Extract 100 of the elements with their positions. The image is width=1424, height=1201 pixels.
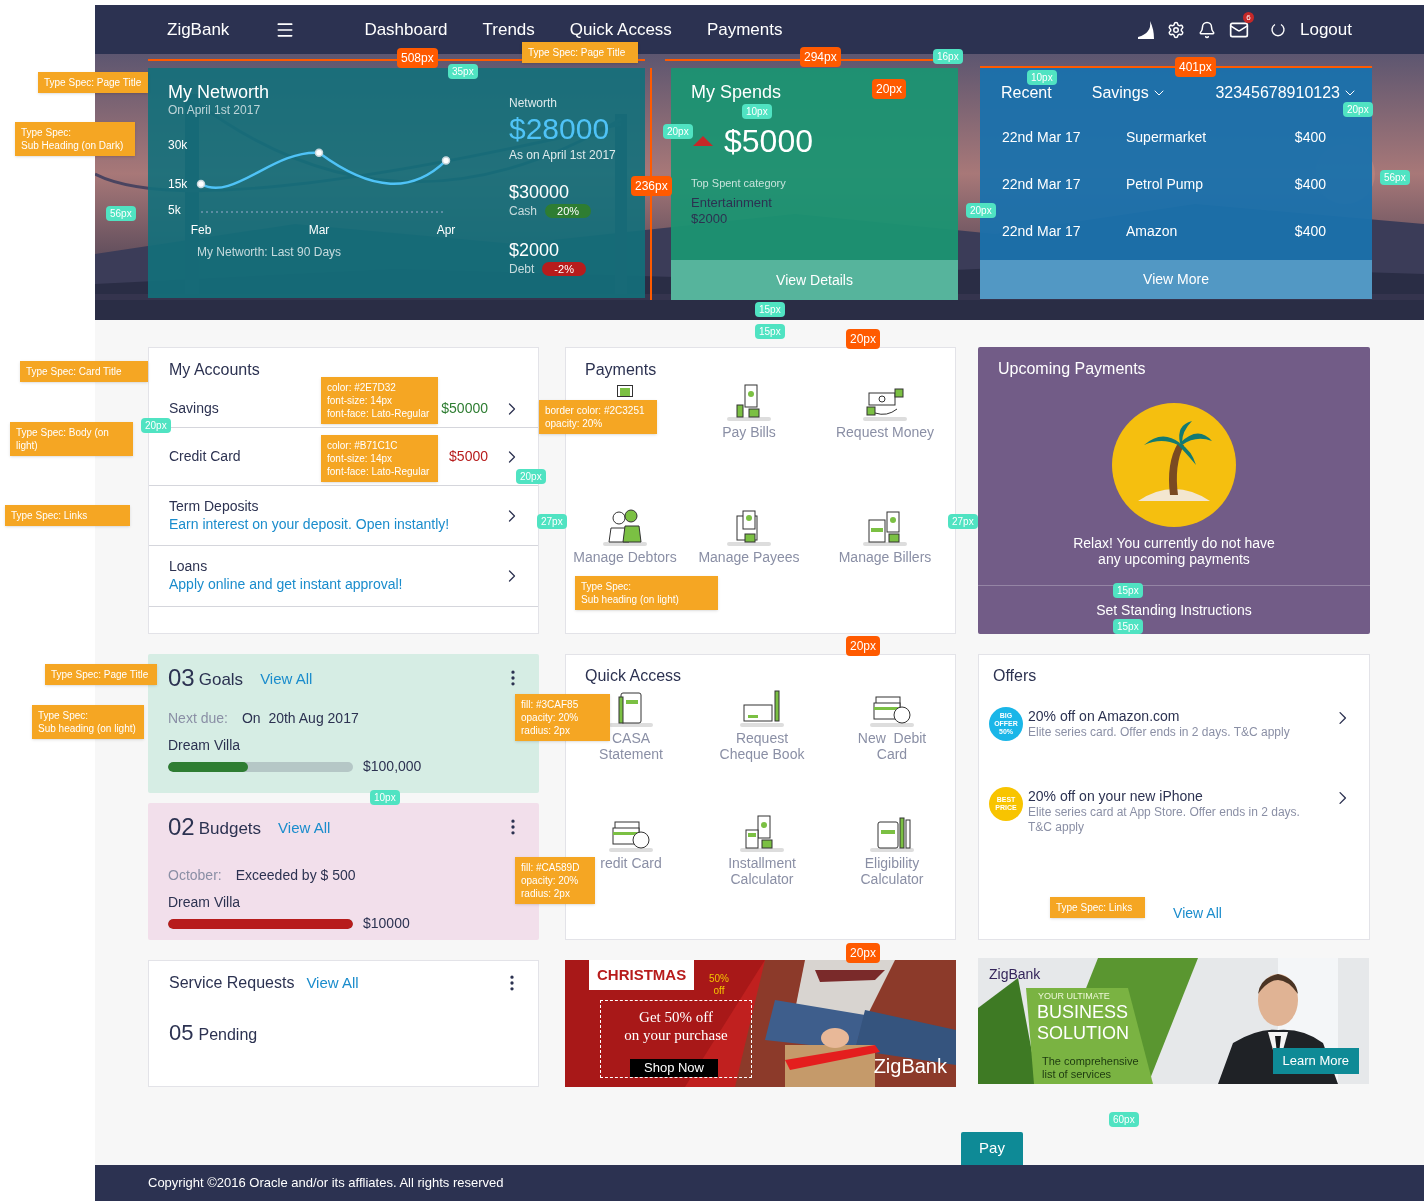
- notebook-pen-icon: [870, 814, 914, 852]
- nav-link[interactable]: Quick Access: [569, 16, 672, 43]
- shortcut-link[interactable]: Manage Debtors: [573, 549, 677, 565]
- card-title: Recent: [1001, 83, 1052, 103]
- spacing-badge: 10px: [370, 790, 400, 805]
- offer-details: Elite series card at App Store. Offer ends in 2 days. T&C apply: [1028, 805, 1301, 835]
- spec-callout: Type Spec: Body (on light): [10, 422, 133, 456]
- dimension-badge: 20px: [872, 79, 907, 99]
- view-all-link[interactable]: View All: [278, 817, 331, 840]
- merchant-name: Amazon: [1126, 222, 1179, 241]
- spacing-badge: 15px: [755, 324, 785, 339]
- account-balance: $50000: [441, 399, 488, 418]
- dimension-badge: 20px: [846, 943, 881, 963]
- spec-callout: Type Spec: Links: [1050, 897, 1145, 918]
- spec-callout: Type Spec: Page Title: [45, 664, 157, 685]
- spec-callout: color: #B71C1C font-size: 14px font-face: Lato-Regular: [321, 435, 438, 482]
- spec-callout: Type Spec: Sub heading (on light): [32, 705, 144, 739]
- x-tick-label: Apr: [436, 223, 456, 237]
- cheque-pen-icon: [740, 689, 784, 727]
- category-amount: $2000: [691, 210, 729, 227]
- count-number: 05: [169, 1019, 194, 1047]
- view-details-button[interactable]: View Details: [671, 260, 958, 300]
- spec-callout: Type Spec: Sub heading (on light): [575, 576, 718, 610]
- nav-link[interactable]: Trends: [482, 16, 535, 43]
- transaction-date: 22nd Mar 17: [1002, 222, 1082, 241]
- book-icon: [609, 689, 653, 727]
- dimension-badge: 294px: [800, 47, 841, 67]
- spacing-badge: 16px: [933, 49, 963, 64]
- pay-button[interactable]: Pay: [961, 1132, 1023, 1165]
- triangle-up-icon: [693, 136, 713, 146]
- spacing-badge: 10px: [1027, 70, 1057, 85]
- view-all-link[interactable]: View All: [260, 668, 313, 691]
- dimension-badge: 236px: [631, 176, 672, 196]
- shortcut-link[interactable]: Request Cheque Book: [712, 730, 812, 762]
- shortcut-link[interactable]: Pay Bills: [722, 424, 776, 440]
- card-title: Payments: [584, 360, 658, 380]
- nav-link[interactable]: Payments: [706, 16, 783, 43]
- as-of-date: As on April 1st 2017: [509, 147, 616, 164]
- spacing-badge: 10px: [742, 104, 772, 119]
- copyright-text: Copyright ©2016 Oracle and/or its affliates. All rights reserved: [148, 1174, 504, 1193]
- card-title: My Networth: [168, 82, 271, 102]
- shortcut-link[interactable]: Eligibility Calculator: [842, 855, 942, 887]
- holding-amount: $30000: [509, 182, 571, 202]
- change-pill: -2%: [542, 262, 586, 276]
- spec-callout: Type Spec: Page Title: [38, 72, 148, 93]
- nav-link[interactable]: Dashboard: [364, 16, 448, 43]
- shortcut-link[interactable]: Installment Calculator: [712, 855, 812, 887]
- discount-tag: 50% off: [706, 973, 732, 997]
- change-pill: 20%: [545, 204, 592, 218]
- shortcut-link[interactable]: New Debit Card: [842, 730, 942, 762]
- spec-callout: Type Spec: Sub Heading (on Dark): [15, 122, 135, 156]
- account-type-dropdown[interactable]: Savings: [1091, 81, 1167, 105]
- transaction-date: 22nd Mar 17: [1002, 175, 1082, 194]
- view-all-link[interactable]: View All: [1173, 903, 1222, 924]
- goal-name: Dream Villa: [168, 736, 242, 755]
- spec-callout: Type Spec: Links: [5, 505, 130, 526]
- shop-now-button[interactable]: Shop Now: [630, 1059, 718, 1077]
- notification-badge: 6: [1243, 11, 1254, 23]
- transaction-amount: $400: [1294, 222, 1326, 241]
- spacing-badge: 15px: [1113, 619, 1143, 634]
- spend-amount: $5000: [724, 123, 813, 159]
- field-label: Next due:: [168, 709, 228, 728]
- dimension-badge: 20px: [846, 636, 881, 656]
- account-name: Savings: [169, 399, 219, 418]
- logout-button[interactable]: Logout: [1300, 16, 1352, 43]
- bell-icon[interactable]: [1198, 20, 1216, 39]
- offer-title: 20% off on Amazon.com: [1028, 707, 1181, 725]
- account-link[interactable]: Apply online and get instant approval!: [169, 574, 488, 594]
- holding-label: Cash: [509, 203, 537, 220]
- crescent-icon[interactable]: [1136, 20, 1154, 39]
- account-name: Term Deposits: [169, 497, 260, 514]
- card-title: Service Requests: [169, 973, 295, 993]
- note-icon: [617, 385, 633, 397]
- power-icon[interactable]: [1270, 21, 1286, 38]
- view-all-link[interactable]: View All: [306, 971, 359, 995]
- holding-amount: $2000: [509, 240, 561, 260]
- account-name: Loans: [169, 558, 209, 574]
- banner-kicker: YOUR ULTIMATE: [1038, 990, 1110, 1003]
- offer-text: on your purchase: [624, 1026, 728, 1044]
- spec-callout: fill: #CA589D opacity: 20% radius: 2px: [515, 857, 595, 904]
- x-tick-label: Feb: [190, 223, 212, 237]
- shortcut-link[interactable]: redit Card: [600, 855, 662, 871]
- networth-amount: $28000: [509, 112, 611, 146]
- spec-callout: border color: #2C3251 opacity: 20%: [539, 400, 657, 434]
- view-more-button[interactable]: View More: [980, 260, 1372, 299]
- account-link[interactable]: Earn interest on your deposit. Open instantly!: [169, 513, 488, 534]
- y-tick-label: 15k: [168, 177, 188, 191]
- shortcut-link[interactable]: Manage Billers: [838, 549, 932, 565]
- account-name: Credit Card: [169, 447, 241, 466]
- settings-icon[interactable]: [1167, 20, 1185, 39]
- holding-label: Debt: [509, 261, 535, 278]
- banner-text: The comprehensive list of services: [1042, 1055, 1140, 1081]
- people-icon: [603, 508, 647, 546]
- dimension-badge: 20px: [846, 329, 881, 349]
- spec-callout: fill: #3CAF85 opacity: 20% radius: 2px: [515, 694, 610, 741]
- learn-more-button[interactable]: Learn More: [1272, 1048, 1359, 1074]
- shortcut-link[interactable]: Request Money: [835, 424, 935, 440]
- shortcut-link[interactable]: Manage Payees: [698, 549, 800, 565]
- empty-message: Relax! You currently do not have any upcoming payments: [1072, 535, 1276, 567]
- status-label: Pending: [198, 1025, 258, 1045]
